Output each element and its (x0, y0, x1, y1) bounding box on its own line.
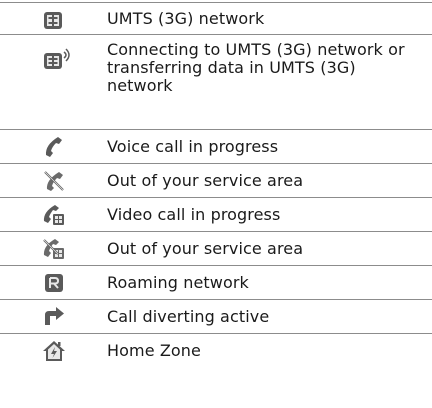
table-row: Call diverting active (0, 299, 432, 333)
row-description: Roaming network (107, 273, 249, 292)
call-divert-icon (42, 305, 66, 329)
video-call-icon (42, 203, 66, 227)
umts-3g-connecting-icon (42, 47, 74, 71)
table-row: UMTS (3G) network (0, 2, 432, 34)
row-description: Out of your service area (107, 171, 304, 190)
table-row: Roaming network (0, 265, 432, 299)
video-call-out-of-service-icon (42, 237, 66, 261)
out-of-service-icon (42, 169, 66, 193)
roaming-icon (42, 271, 66, 295)
table-row: Connecting to UMTS (3G) network or trans… (0, 34, 432, 129)
row-description: Connecting to UMTS (3G) network or trans… (107, 40, 405, 95)
voice-call-icon (42, 135, 66, 159)
row-description: Out of your service area (107, 239, 304, 258)
row-description: Video call in progress (107, 205, 281, 224)
table-row: Voice call in progress (0, 129, 432, 163)
row-description: Call diverting active (107, 307, 270, 326)
row-description: Home Zone (107, 341, 201, 360)
table-row: Out of your service area (0, 163, 432, 197)
table-row: Video call in progress (0, 197, 432, 231)
umts-3g-icon (42, 9, 66, 33)
row-description: UMTS (3G) network (107, 9, 265, 28)
table-row: Out of your service area (0, 231, 432, 265)
home-zone-icon (42, 339, 66, 363)
table-row: Home Zone (0, 333, 432, 367)
row-description: Voice call in progress (107, 137, 279, 156)
status-icon-table: UMTS (3G) network Connecting to UMTS (3G… (0, 0, 432, 408)
